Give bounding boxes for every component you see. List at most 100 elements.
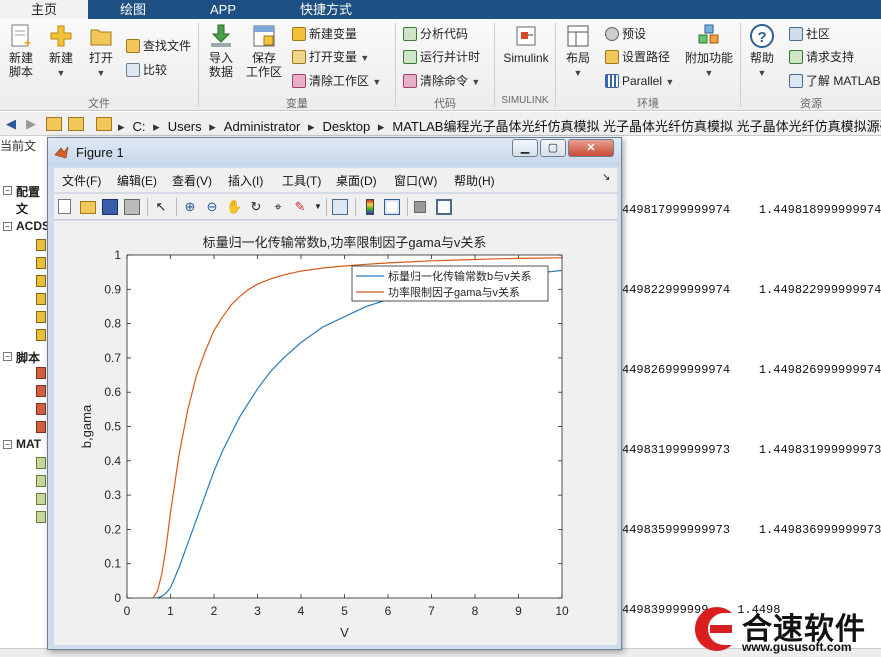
colorbar-icon[interactable] — [366, 199, 374, 215]
pan-icon[interactable]: ✋ — [226, 199, 242, 215]
tab-apps[interactable]: APP — [178, 0, 268, 19]
browse-folder-icon[interactable] — [68, 117, 84, 131]
mat-file-icon[interactable] — [36, 475, 46, 487]
new-figure-icon[interactable] — [58, 199, 71, 214]
menu-file[interactable]: 文件(F) — [62, 172, 101, 189]
parallel-icon — [605, 74, 619, 88]
run-time-icon — [403, 50, 417, 64]
print-icon[interactable] — [124, 199, 140, 215]
show-plot-tools-icon[interactable] — [436, 199, 452, 215]
addons-button[interactable]: 附加功能 ▼ — [684, 23, 734, 80]
rotate-3d-icon[interactable]: ↻ — [248, 199, 264, 215]
figure-titlebar[interactable]: Figure 1 ▁ ▢ ✕ — [48, 138, 621, 166]
zoom-out-icon[interactable]: ⊖ — [204, 199, 220, 215]
file-icon[interactable] — [36, 239, 46, 251]
help-button[interactable]: ? 帮助 ▼ — [745, 23, 779, 80]
crumb-administrator[interactable]: Administrator — [224, 119, 301, 134]
menu-desktop[interactable]: 桌面(D) — [336, 172, 377, 189]
script-icon[interactable] — [36, 421, 46, 433]
menu-tools[interactable]: 工具(T) — [282, 172, 321, 189]
legend-label-2: 功率限制因子gama与v关系 — [388, 285, 520, 299]
forward-arrow-icon[interactable]: ▶ — [23, 116, 39, 132]
open-button[interactable]: 打开 ▼ — [84, 23, 118, 80]
link-plot-icon[interactable] — [332, 199, 348, 215]
parallel-button[interactable]: Parallel ▼ — [605, 72, 674, 90]
crumb-desktop[interactable]: Desktop — [323, 119, 371, 134]
preferences-button[interactable]: 预设 — [605, 25, 646, 43]
file-icon[interactable] — [36, 329, 46, 341]
save-workspace-button[interactable]: 保存 工作区 — [245, 23, 283, 79]
open-variable-button[interactable]: 打开变量 ▼ — [292, 48, 369, 66]
menu-view[interactable]: 查看(V) — [172, 172, 212, 189]
find-files-button[interactable]: 查找文件 — [126, 37, 191, 55]
open-variable-icon — [292, 50, 306, 64]
tab-plots[interactable]: 绘图 — [88, 0, 178, 19]
analyze-code-button[interactable]: 分析代码 — [403, 25, 468, 43]
run-and-time-button[interactable]: 运行并计时 — [403, 48, 480, 66]
new-button[interactable]: 新建 ▼ — [44, 23, 78, 80]
compare-button[interactable]: 比较 — [126, 61, 167, 79]
expand-toggle[interactable]: − — [3, 222, 12, 231]
figure-title: Figure 1 — [76, 145, 124, 160]
data-cursor-icon[interactable]: ⌖ — [270, 199, 286, 215]
close-button[interactable]: ✕ — [568, 139, 614, 157]
new-script-button[interactable]: + 新建 脚本 — [4, 23, 38, 79]
dock-arrow-icon[interactable]: ↘ — [602, 172, 610, 183]
learn-matlab-button[interactable]: 了解 MATLAB — [789, 72, 880, 90]
hide-plot-tools-icon[interactable] — [414, 201, 426, 213]
figure-window[interactable]: Figure 1 ▁ ▢ ✕ 文件(F) 编辑(E) 查看(V) 插入(I) 工… — [47, 137, 622, 650]
crumb-project-folder[interactable]: MATLAB编程光子晶体光纤仿真模拟 光子晶体光纤仿真模拟 光子晶体光纤仿真模拟… — [392, 119, 881, 134]
open-file-icon[interactable] — [80, 201, 96, 214]
maximize-button[interactable]: ▢ — [540, 139, 566, 157]
brush-icon[interactable]: ✎ — [292, 199, 308, 215]
y-tick-label: 0.8 — [104, 317, 121, 331]
script-icon[interactable] — [36, 385, 46, 397]
y-axis-label: b,gama — [79, 404, 94, 448]
tab-shortcuts[interactable]: 快捷方式 — [268, 0, 384, 19]
addons-icon — [698, 24, 719, 44]
file-icon[interactable] — [36, 311, 46, 323]
file-icon[interactable] — [36, 257, 46, 269]
simulink-button[interactable]: Simulink — [500, 23, 552, 65]
request-support-button[interactable]: 请求支持 — [789, 48, 854, 66]
current-folder-panel: − 配置文 − ACDS − 脚本 − MAT — [0, 155, 50, 650]
tab-home[interactable]: 主页 — [0, 0, 88, 19]
section-scripts: 脚本 — [16, 351, 41, 365]
mat-file-icon[interactable] — [36, 511, 46, 523]
layout-button[interactable]: 布局 ▼ — [561, 23, 595, 80]
expand-toggle[interactable]: − — [3, 186, 12, 195]
plot-area — [126, 254, 563, 599]
expand-toggle[interactable]: − — [3, 352, 12, 361]
menu-edit[interactable]: 编辑(E) — [117, 172, 157, 189]
ribbon: + 新建 脚本 新建 ▼ 打开 ▼ 查找文件 比较 文件 导入 数据 保存 工作区 … — [0, 19, 881, 111]
file-icon[interactable] — [36, 275, 46, 287]
crumb-users[interactable]: Users — [168, 119, 202, 134]
layout-icon — [567, 25, 589, 47]
back-arrow-icon[interactable]: ◀ — [3, 116, 19, 132]
script-icon[interactable] — [36, 367, 46, 379]
community-button[interactable]: 社区 — [789, 25, 830, 43]
expand-toggle[interactable]: − — [3, 440, 12, 449]
script-icon[interactable] — [36, 403, 46, 415]
crumb-drive[interactable]: C: — [133, 119, 146, 134]
menu-insert[interactable]: 插入(I) — [228, 172, 263, 189]
y-tick-label: 0.4 — [104, 454, 121, 468]
import-data-button[interactable]: 导入 数据 — [203, 23, 239, 79]
legend-icon[interactable] — [384, 199, 400, 215]
save-icon[interactable] — [102, 199, 118, 215]
set-path-button[interactable]: 设置路径 — [605, 48, 670, 66]
minimize-button[interactable]: ▁ — [512, 139, 538, 157]
menu-help[interactable]: 帮助(H) — [454, 172, 495, 189]
mat-file-icon[interactable] — [36, 457, 46, 469]
zoom-in-icon[interactable]: ⊕ — [182, 199, 198, 215]
clear-commands-button[interactable]: 清除命令 ▼ — [403, 72, 480, 90]
mat-file-icon[interactable] — [36, 493, 46, 505]
clear-workspace-button[interactable]: 清除工作区 ▼ — [292, 72, 381, 90]
new-variable-button[interactable]: 新建变量 — [292, 25, 357, 43]
up-folder-icon[interactable] — [46, 117, 62, 131]
pointer-icon[interactable]: ↖ — [153, 199, 169, 215]
file-icon[interactable] — [36, 293, 46, 305]
set-path-icon — [605, 50, 619, 64]
menu-window[interactable]: 窗口(W) — [394, 172, 437, 189]
brush-dropdown-icon[interactable]: ▼ — [310, 199, 326, 215]
